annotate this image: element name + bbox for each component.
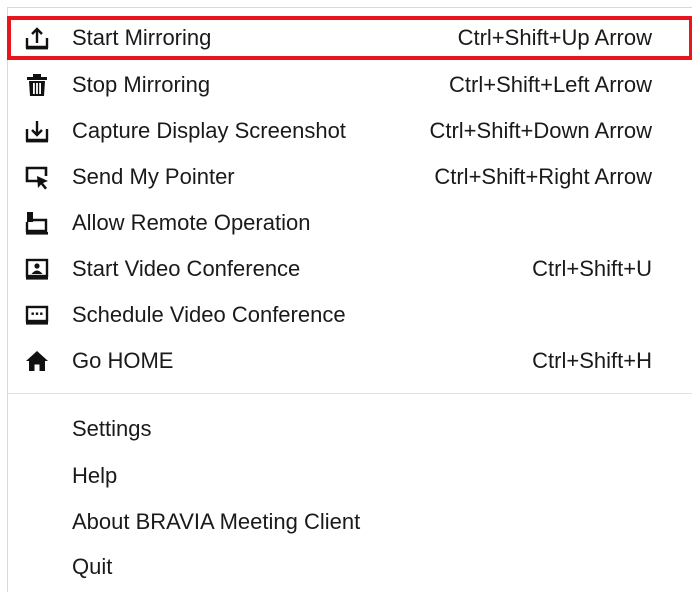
context-menu: Start Mirroring Ctrl+Shift+Up Arrow Stop… [7,7,692,592]
menu-item-about[interactable]: About BRAVIA Meeting Client [8,500,692,544]
schedule-conference-icon [24,302,50,328]
menu-item-label: Send My Pointer [72,164,235,189]
menu-item-label: Settings [72,416,152,441]
menu-item-quit[interactable]: Quit [8,545,692,589]
download-screen-icon [24,118,50,144]
menu-item-start-video-conference[interactable]: Start Video Conference Ctrl+Shift+U [8,247,692,291]
menu-item-label: Start Video Conference [72,256,301,281]
menu-item-label: About BRAVIA Meeting Client [72,509,361,534]
menu-item-send-my-pointer[interactable]: Send My Pointer Ctrl+Shift+Right Arrow [8,155,692,199]
menu-item-allow-remote-operation[interactable]: Allow Remote Operation [8,201,692,245]
menu-item-shortcut: Ctrl+Shift+Right Arrow [434,164,652,189]
menu-item-capture-display-screenshot[interactable]: Capture Display Screenshot Ctrl+Shift+Do… [8,109,692,153]
menu-item-shortcut: Ctrl+Shift+Up Arrow [457,25,652,50]
menu-item-shortcut: Ctrl+Shift+Left Arrow [449,72,652,97]
remote-operation-icon [24,210,50,236]
menu-item-settings[interactable]: Settings [8,407,692,451]
pointer-screen-icon [24,164,50,190]
menu-item-go-home[interactable]: Go HOME Ctrl+Shift+H [8,339,692,383]
menu-item-stop-mirroring[interactable]: Stop Mirroring Ctrl+Shift+Left Arrow [8,63,692,107]
menu-item-shortcut: Ctrl+Shift+H [532,348,652,373]
video-conference-icon [24,256,50,282]
menu-item-label: Schedule Video Conference [72,302,346,327]
menu-item-label: Go HOME [72,348,174,373]
trash-icon [24,72,50,98]
menu-item-label: Stop Mirroring [72,72,211,97]
menu-item-label: Help [72,463,118,488]
menu-item-shortcut: Ctrl+Shift+U [532,256,652,281]
upload-screen-icon [24,25,50,51]
menu-item-label: Quit [72,554,113,579]
menu-item-label: Capture Display Screenshot [72,118,346,143]
menu-item-shortcut: Ctrl+Shift+Down Arrow [429,118,652,143]
menu-item-schedule-video-conference[interactable]: Schedule Video Conference [8,293,692,337]
menu-item-start-mirroring[interactable]: Start Mirroring Ctrl+Shift+Up Arrow [7,16,692,60]
menu-item-label: Allow Remote Operation [72,210,311,235]
home-icon [24,348,50,374]
menu-separator [8,393,692,394]
menu-item-label: Start Mirroring [72,25,212,50]
menu-item-help[interactable]: Help [8,454,692,498]
